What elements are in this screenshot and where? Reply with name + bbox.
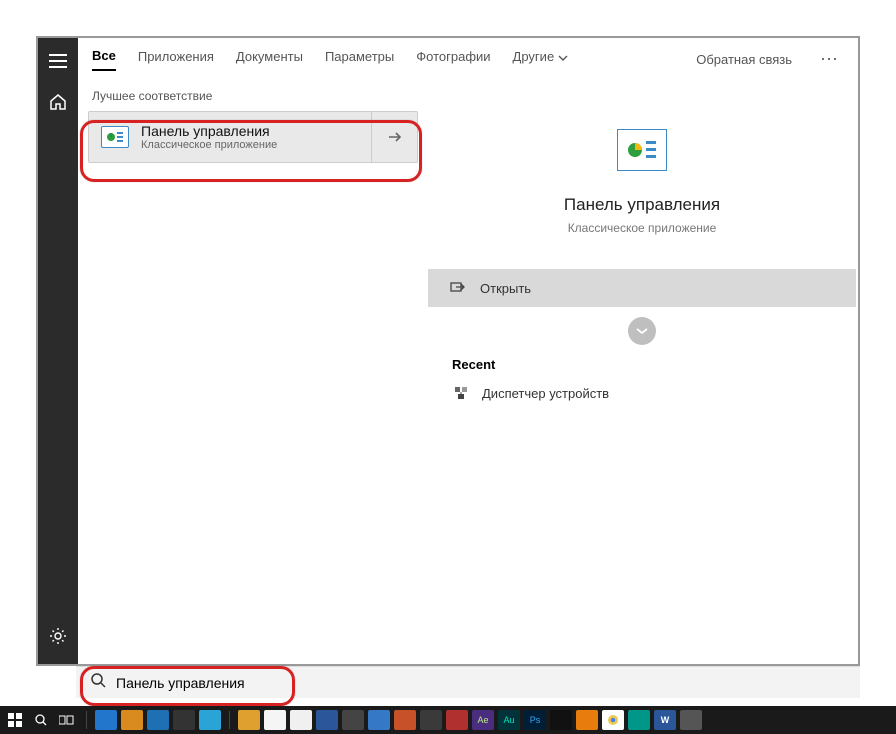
taskbar-app[interactable] — [290, 710, 312, 730]
tab-more[interactable]: Другие — [513, 49, 569, 70]
preview-column: Панель управления Классическое приложени… — [428, 79, 858, 664]
task-view-icon[interactable] — [56, 710, 78, 730]
best-match-result[interactable]: Панель управления Классическое приложени… — [88, 111, 418, 163]
feedback-link[interactable]: Обратная связь — [696, 52, 792, 67]
content-columns: Лучшее соответствие Панель управления Кл… — [78, 79, 858, 664]
gear-icon[interactable] — [49, 627, 67, 650]
result-subtitle: Классическое приложение — [141, 139, 371, 151]
control-panel-icon — [101, 126, 129, 148]
open-icon — [450, 280, 466, 297]
menu-icon[interactable] — [49, 54, 67, 73]
taskbar-app[interactable] — [264, 710, 286, 730]
taskbar-app[interactable]: Ae — [472, 710, 494, 730]
main-area: Все Приложения Документы Параметры Фотог… — [78, 38, 858, 664]
taskbar: Ae Au Ps W — [0, 706, 896, 734]
home-icon[interactable] — [49, 93, 67, 116]
taskbar-app[interactable] — [680, 710, 702, 730]
result-expand-button[interactable] — [371, 112, 417, 162]
taskbar-app[interactable] — [121, 710, 143, 730]
tab-settings[interactable]: Параметры — [325, 49, 394, 70]
taskbar-app[interactable] — [628, 710, 650, 730]
preview-control-panel-icon — [617, 129, 667, 171]
taskbar-app[interactable] — [446, 710, 468, 730]
open-label: Открыть — [480, 281, 531, 296]
recent-item-device-manager[interactable]: Диспетчер устройств — [452, 384, 832, 402]
taskbar-app[interactable] — [342, 710, 364, 730]
taskbar-app[interactable]: Au — [498, 710, 520, 730]
taskbar-app[interactable] — [576, 710, 598, 730]
best-match-header: Лучшее соответствие — [88, 83, 418, 111]
taskbar-app[interactable] — [394, 710, 416, 730]
taskbar-app[interactable] — [602, 710, 624, 730]
start-button[interactable] — [4, 710, 26, 730]
tab-documents[interactable]: Документы — [236, 49, 303, 70]
taskbar-app[interactable] — [420, 710, 442, 730]
taskbar-app[interactable]: Ps — [524, 710, 546, 730]
tab-all[interactable]: Все — [92, 48, 116, 71]
search-input[interactable] — [116, 675, 846, 691]
device-manager-icon — [452, 384, 470, 402]
taskbar-app[interactable] — [147, 710, 169, 730]
search-icon — [90, 672, 106, 693]
start-search-panel: Все Приложения Документы Параметры Фотог… — [36, 36, 860, 666]
more-options-button[interactable]: ⋯ — [814, 49, 844, 70]
preview-subtitle: Классическое приложение — [428, 221, 856, 235]
taskbar-app[interactable]: W — [654, 710, 676, 730]
tab-apps[interactable]: Приложения — [138, 49, 214, 70]
expand-actions-button[interactable] — [628, 317, 656, 345]
preview-title: Панель управления — [428, 195, 856, 215]
recent-header: Recent — [452, 357, 832, 372]
taskbar-app[interactable] — [550, 710, 572, 730]
open-action[interactable]: Открыть — [428, 269, 856, 307]
taskbar-app[interactable] — [173, 710, 195, 730]
taskbar-app[interactable] — [316, 710, 338, 730]
taskbar-app[interactable] — [238, 710, 260, 730]
results-column: Лучшее соответствие Панель управления Кл… — [78, 79, 428, 664]
recent-item-label: Диспетчер устройств — [482, 386, 609, 401]
tab-photos[interactable]: Фотографии — [416, 49, 490, 70]
taskbar-app[interactable] — [368, 710, 390, 730]
taskbar-app[interactable] — [199, 710, 221, 730]
search-bar[interactable] — [76, 666, 860, 698]
taskbar-search-icon[interactable] — [30, 710, 52, 730]
filter-tabs: Все Приложения Документы Параметры Фотог… — [78, 38, 858, 79]
result-title: Панель управления — [141, 123, 371, 139]
side-rail — [38, 38, 78, 664]
taskbar-app[interactable] — [95, 710, 117, 730]
chevron-down-icon — [558, 49, 568, 64]
